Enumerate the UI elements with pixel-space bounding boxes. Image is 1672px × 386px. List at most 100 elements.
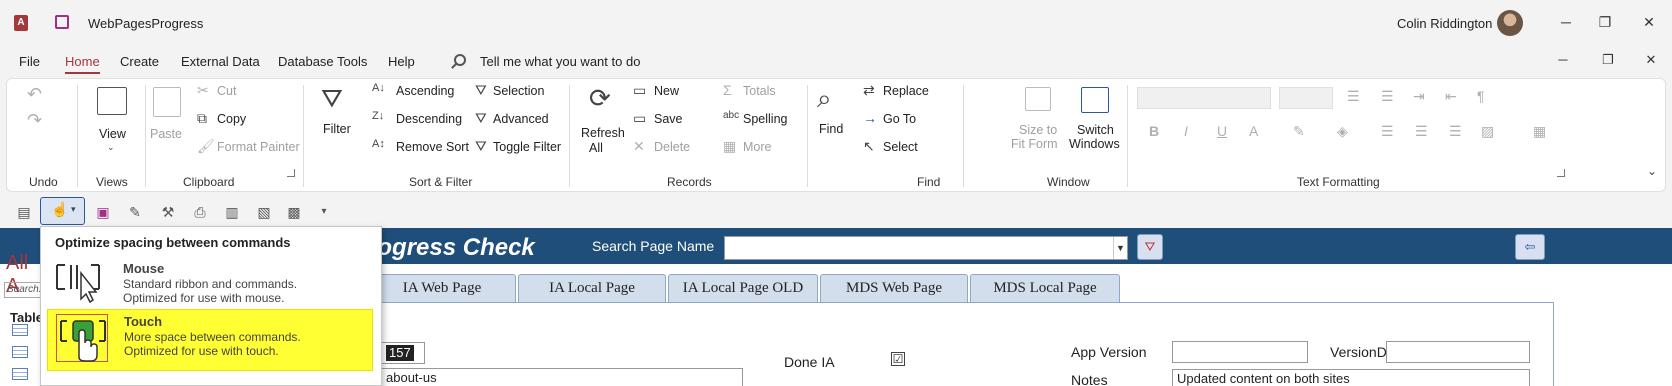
fill-color-icon[interactable]: ◈ xyxy=(1337,124,1348,138)
app-version-field[interactable] xyxy=(1172,341,1308,363)
view-icon[interactable] xyxy=(97,87,127,115)
align-center-icon[interactable]: ☰ xyxy=(1415,124,1428,138)
select-button[interactable]: Select xyxy=(883,140,918,154)
cut-button[interactable]: Cut xyxy=(217,84,236,98)
toggle-filter-button[interactable]: Toggle Filter xyxy=(493,140,561,154)
menu-help[interactable]: Help xyxy=(388,54,415,69)
underline-icon[interactable]: U xyxy=(1217,124,1227,138)
font-color-icon[interactable]: A xyxy=(1249,124,1258,138)
find-icon[interactable]: ⌕ xyxy=(817,85,832,111)
save-as-icon[interactable]: ✎ xyxy=(125,202,145,222)
customize-qat-icon[interactable]: ▾ xyxy=(314,202,334,222)
avatar[interactable] xyxy=(1497,10,1523,36)
gridlines-icon[interactable]: ▦ xyxy=(1533,124,1546,138)
nav-search-input[interactable]: Search... xyxy=(4,282,44,298)
refresh-all-button[interactable]: All xyxy=(589,141,603,155)
selection-button[interactable]: Selection xyxy=(493,84,544,98)
undo-icon[interactable]: ↶ xyxy=(27,85,42,103)
paste-button[interactable]: Paste xyxy=(150,127,182,141)
cut-icon[interactable]: ✂ xyxy=(197,83,209,97)
version-date-field[interactable] xyxy=(1386,341,1530,363)
remove-sort-icon[interactable]: A↕ xyxy=(372,139,385,150)
sort-ascending-icon[interactable]: A↓ xyxy=(372,83,385,94)
print-icon[interactable]: ⎙ xyxy=(190,202,210,222)
user-name[interactable]: Colin Riddington xyxy=(1397,16,1492,31)
replace-button[interactable]: Replace xyxy=(883,84,929,98)
design-view-icon[interactable]: ⚒ xyxy=(158,202,178,222)
close-button[interactable]: ✕ xyxy=(1637,12,1661,32)
chevron-down-icon[interactable]: ▼ xyxy=(1113,237,1127,259)
bullets-icon[interactable]: ☰ xyxy=(1347,89,1360,103)
ascending-button[interactable]: Ascending xyxy=(396,84,454,98)
dialog-launcher-icon[interactable] xyxy=(1557,169,1565,177)
delete-button[interactable]: Delete xyxy=(654,140,690,154)
new-record-icon[interactable]: ▭ xyxy=(633,83,646,97)
font-name-select[interactable] xyxy=(1137,87,1271,109)
find-button[interactable]: Find xyxy=(819,122,843,136)
filter-icon[interactable]: ⛛ xyxy=(321,85,343,111)
background-image-icon[interactable]: ▨ xyxy=(1481,124,1494,138)
menu-external-data[interactable]: External Data xyxy=(181,54,260,69)
mdi-minimize-button[interactable]: ─ xyxy=(1552,52,1574,70)
totals-button[interactable]: Totals xyxy=(743,84,776,98)
remove-sort-button[interactable]: Remove Sort xyxy=(396,140,469,154)
menu-create[interactable]: Create xyxy=(120,54,159,69)
totals-icon[interactable]: Σ xyxy=(723,83,732,97)
selection-icon[interactable]: ⛛ xyxy=(475,83,487,97)
format-painter-icon[interactable]: 🖌 xyxy=(197,139,215,153)
refresh-button[interactable]: Refresh xyxy=(581,126,625,140)
redo-icon[interactable]: ↷ xyxy=(27,111,42,129)
spelling-button[interactable]: Spelling xyxy=(743,112,787,126)
restore-button[interactable]: ❐ xyxy=(1593,12,1617,32)
tab-ia-local-page-old[interactable]: IA Local Page OLD xyxy=(668,274,818,302)
menu-file[interactable]: File xyxy=(19,54,40,69)
align-right-icon[interactable]: ☰ xyxy=(1449,124,1462,138)
close-form-button[interactable]: ⇦ xyxy=(1515,234,1545,260)
mdi-restore-button[interactable]: ❐ xyxy=(1597,52,1619,70)
view-button[interactable]: View xyxy=(99,127,126,141)
paragraph-icon[interactable]: ¶ xyxy=(1477,89,1485,103)
spelling-icon[interactable]: abc xyxy=(723,111,739,121)
paste-icon[interactable] xyxy=(153,87,181,117)
goto-icon[interactable]: → xyxy=(863,111,877,125)
touch-mode-option[interactable]: Touch More space between commands. Optim… xyxy=(47,309,373,371)
tab-ia-local-page[interactable]: IA Local Page xyxy=(518,274,666,302)
touch-mouse-mode-button[interactable]: ☝ ▾ xyxy=(40,197,85,225)
id-field[interactable]: 157 xyxy=(381,342,425,364)
more-button[interactable]: More xyxy=(743,140,771,154)
sort-descending-icon[interactable]: Z↓ xyxy=(372,111,384,122)
tables-section-label[interactable]: Table xyxy=(10,310,43,325)
table-icon[interactable] xyxy=(12,346,28,358)
table-icon[interactable] xyxy=(12,324,28,336)
report-icon[interactable]: ▥ xyxy=(222,202,242,222)
tab-mds-web-page[interactable]: MDS Web Page xyxy=(820,274,968,302)
size-to-fit-button-line2[interactable]: Fit Form xyxy=(1011,137,1058,151)
refresh-icon[interactable]: ⟳ xyxy=(589,85,611,111)
tab-mds-local-page[interactable]: MDS Local Page xyxy=(970,274,1120,302)
switch-windows-button-line2[interactable]: Windows xyxy=(1069,137,1120,151)
toggle-filter-icon[interactable]: ⛛ xyxy=(475,139,487,153)
search-page-combo[interactable]: ▼ xyxy=(724,236,1128,260)
table-icon[interactable] xyxy=(12,368,28,380)
switch-windows-icon[interactable] xyxy=(1081,87,1109,113)
save-record-icon[interactable]: ▭ xyxy=(633,111,646,125)
form-icon[interactable]: ▩ xyxy=(284,202,304,222)
replace-icon[interactable]: ⇄ xyxy=(863,83,875,97)
switch-windows-button[interactable]: Switch xyxy=(1077,123,1114,137)
more-icon[interactable]: ▦ xyxy=(723,139,736,153)
save-icon[interactable] xyxy=(55,15,69,29)
select-cursor-icon[interactable]: ↖ xyxy=(863,139,875,153)
print-preview-icon[interactable]: ▤ xyxy=(14,202,34,222)
page-name-field[interactable]: about-us xyxy=(381,368,743,386)
mouse-mode-option[interactable]: Mouse Standard ribbon and commands. Opti… xyxy=(47,255,373,311)
goto-button[interactable]: Go To xyxy=(883,112,916,126)
access-app-icon[interactable]: A xyxy=(14,15,28,31)
advanced-filter-icon[interactable]: ⛛ xyxy=(475,111,487,125)
minimize-button[interactable]: ─ xyxy=(1554,12,1578,32)
copy-icon[interactable]: ⧉ xyxy=(197,111,207,125)
tab-ia-web-page[interactable]: IA Web Page xyxy=(368,274,516,302)
format-painter-button[interactable]: Format Painter xyxy=(217,140,300,154)
align-left-icon[interactable]: ☰ xyxy=(1381,124,1394,138)
dialog-launcher-icon[interactable] xyxy=(287,169,295,177)
collapse-ribbon-icon[interactable]: ⌄ xyxy=(1647,165,1657,177)
